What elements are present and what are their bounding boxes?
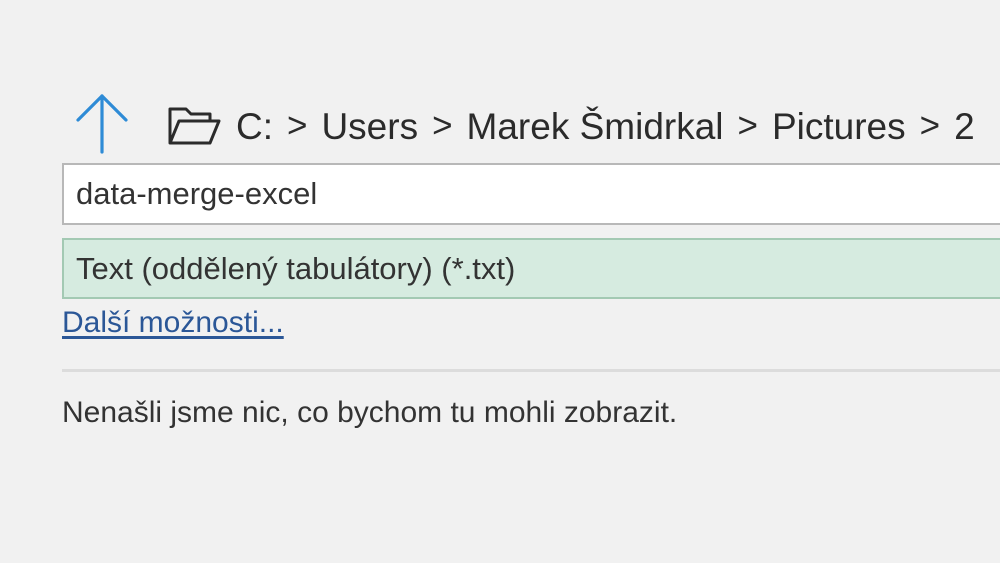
breadcrumb-drive[interactable]: C: xyxy=(236,108,273,145)
save-as-panel: C: > Users > Marek Šmidrkal > Pictures >… xyxy=(0,0,1000,563)
up-arrow-icon[interactable] xyxy=(72,90,132,156)
breadcrumb: C: > Users > Marek Šmidrkal > Pictures >… xyxy=(166,96,1000,156)
breadcrumb-subfolder[interactable]: 2 xyxy=(954,108,975,145)
breadcrumb-pictures[interactable]: Pictures xyxy=(772,108,906,145)
file-type-select[interactable]: Text (oddělený tabulátory) (*.txt) xyxy=(62,238,1000,299)
filename-input[interactable] xyxy=(62,163,1000,225)
file-type-selected-label: Text (oddělený tabulátory) (*.txt) xyxy=(76,250,516,286)
empty-folder-message: Nenašli jsme nic, co bychom tu mohli zob… xyxy=(62,396,678,429)
breadcrumb-separator: > xyxy=(287,106,308,145)
breadcrumb-separator: > xyxy=(919,106,941,145)
breadcrumb-users[interactable]: Users xyxy=(321,108,418,145)
divider xyxy=(62,369,1000,372)
open-folder-icon xyxy=(168,107,221,145)
more-options-link[interactable]: Další možnosti... xyxy=(62,306,284,340)
breadcrumb-separator: > xyxy=(432,106,453,145)
breadcrumb-separator: > xyxy=(737,106,758,145)
breadcrumb-user-folder[interactable]: Marek Šmidrkal xyxy=(467,108,724,145)
